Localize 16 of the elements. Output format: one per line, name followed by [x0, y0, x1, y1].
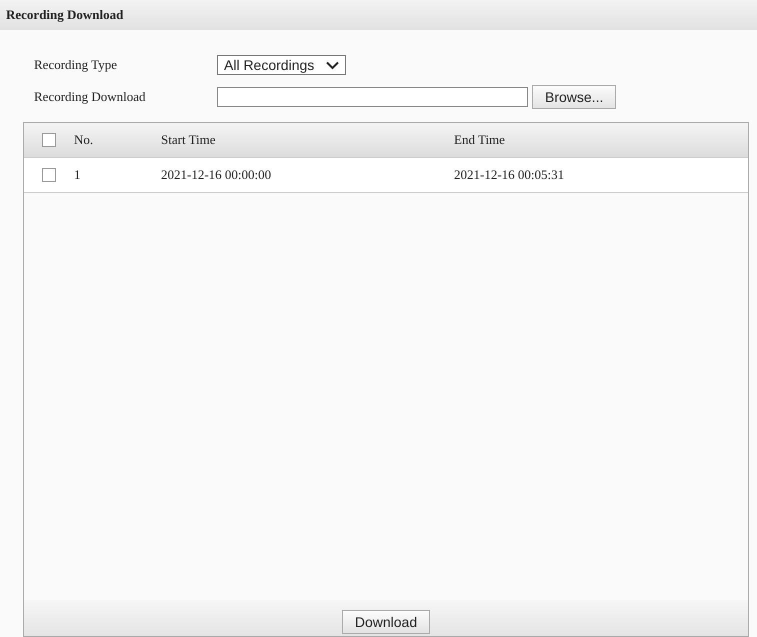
table-cell-text: 2021-12-16 00:05:31	[454, 167, 566, 183]
column-header: Start Time	[161, 132, 217, 148]
recording-type-label: Recording Type	[34, 57, 118, 73]
recording-download-label: Recording Download	[34, 89, 147, 105]
recording-type-dropdown[interactable]: All Recordings	[217, 55, 346, 75]
column-header: No.	[74, 132, 94, 148]
file-path-field[interactable]	[217, 87, 528, 107]
browse-button[interactable]: Browse...	[532, 85, 616, 109]
row-checkbox[interactable]	[42, 168, 56, 182]
page-title: Recording Download	[6, 7, 124, 23]
column-header: End Time	[454, 132, 506, 148]
table-cell-text: 2021-12-16 00:00:00	[161, 167, 272, 183]
chevron-down-icon	[326, 60, 340, 70]
select-all-checkbox[interactable]	[42, 133, 56, 147]
download-button[interactable]: Download	[342, 610, 430, 634]
table-cell-text: 1	[74, 167, 82, 183]
